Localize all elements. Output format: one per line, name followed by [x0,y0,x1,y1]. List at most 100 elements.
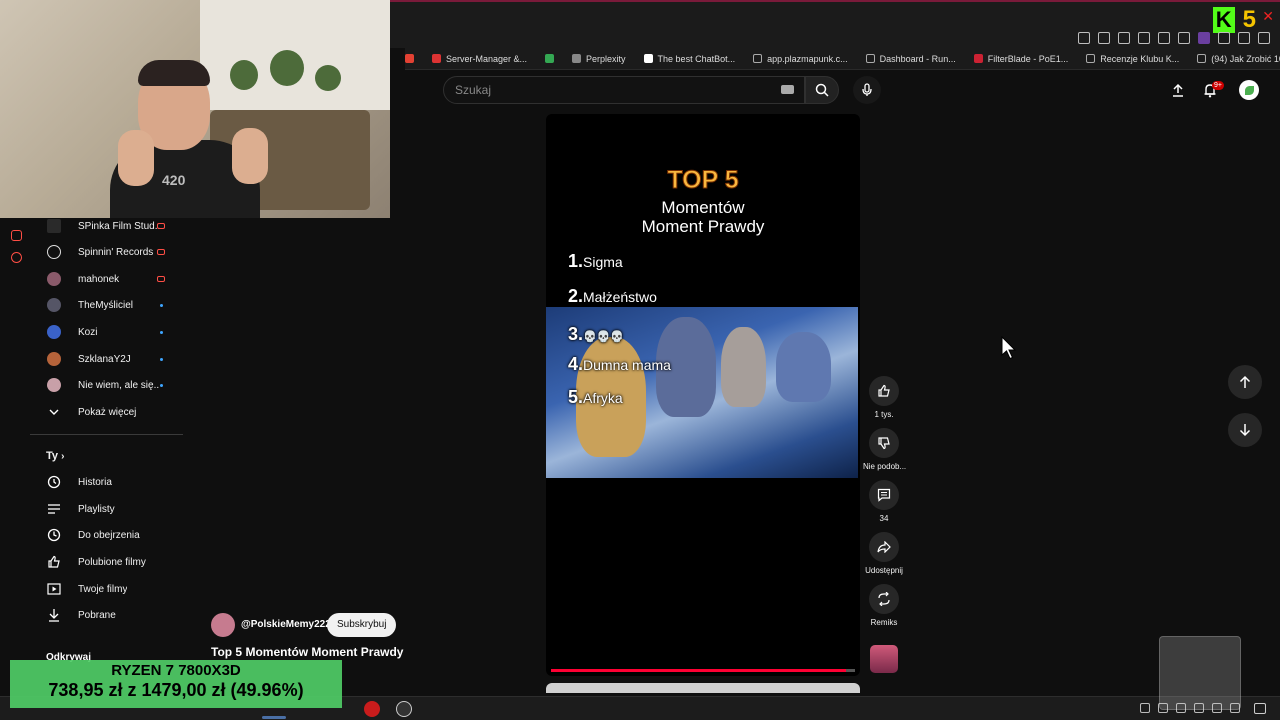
short-list-item: 5.Afryka [568,387,623,407]
upload-button[interactable] [1166,78,1190,102]
ai-icon[interactable] [1238,32,1250,44]
thumbs-up-icon [47,555,61,569]
new-content-dot [160,330,163,334]
new-content-dot [160,357,163,361]
channel-handle[interactable]: @PolskieMemy222 [241,619,331,630]
webcam-shirt-logo: 420 [162,172,186,188]
remix-button[interactable] [869,584,899,614]
search-icon [815,83,829,97]
remix-action[interactable]: Remiks [863,584,905,627]
short-list-item: 1.Sigma [568,251,623,271]
subscribe-button[interactable]: Subskrybuj [327,613,397,637]
comments-button[interactable] [869,480,899,510]
taskbar-app-icon[interactable] [396,701,412,717]
share-action[interactable]: Udostępnij [863,532,905,575]
bookmark[interactable]: The best ChatBot... [643,54,735,64]
webcam-thumb [118,130,154,186]
short-list-item: 4.Dumna mama [568,354,671,374]
keyboard-icon[interactable] [781,85,794,94]
video-person [721,327,766,407]
channel-avatar [47,378,61,392]
sidebar-subscription[interactable]: SzklanaY2J [30,346,183,372]
bookmark[interactable]: Perplexity [572,54,626,64]
channel-avatar[interactable] [211,613,235,637]
like-button[interactable] [869,376,899,406]
like-action[interactable]: 1 tys. [863,376,905,419]
show-more-button[interactable]: Pokaż więcej [30,399,183,425]
new-content-dot [160,383,163,387]
close-icon[interactable]: ✕ [1262,8,1274,25]
sidebar-item-your-videos[interactable]: Twoje filmy [30,576,183,602]
bookmark[interactable]: Dashboard - Run... [865,54,956,64]
extensions-icon[interactable] [1178,32,1190,44]
remix-icon [878,592,890,606]
leaf-icon [1244,85,1254,95]
webcam-plant [230,60,258,90]
search-button[interactable] [805,76,839,104]
sidebar-subscription[interactable]: TheMyśliciel [30,292,183,318]
extension-icon[interactable] [1098,32,1110,44]
thumbs-up-icon [878,384,890,397]
bookmark[interactable]: (94) Jak Zrobić 10... [1197,54,1280,64]
heart-icon[interactable] [1158,32,1170,44]
webcam-overlay: 420 [0,0,390,218]
bookmark[interactable]: FilterBlade - PoE1... [973,54,1068,64]
next-short-preview[interactable] [546,683,860,693]
bookmark-maps-icon[interactable] [545,54,555,63]
share-icon [877,541,891,553]
video-progress-bar[interactable] [551,669,855,672]
sidebar-divider [30,434,183,435]
taskbar-app-icon[interactable] [364,701,380,717]
extension-icon[interactable] [1078,32,1090,44]
shorts-player[interactable]: TOP 5 Momentów Moment Prawdy 1.Sigma 2.M… [546,114,860,676]
sidebar-subscription[interactable]: Nie wiem, ale się... [30,372,183,398]
live-mini-icon[interactable] [11,252,22,263]
previous-short-button[interactable] [1228,365,1262,399]
sidebar-subscription[interactable]: mahonek [30,266,183,292]
bookmark[interactable]: Server-Manager &... [432,54,527,64]
sidebar-subscription[interactable]: SPinka Film Stud... [30,213,183,239]
video-person [776,332,831,402]
sidebar-subscription[interactable]: Kozi [30,319,183,345]
profile-icon[interactable] [1198,32,1210,44]
play-icon[interactable] [1138,32,1150,44]
thumbs-down-icon [878,437,890,450]
channel-avatar [47,352,61,366]
sidebar-item-playlists[interactable]: Playlisty [30,496,183,522]
live-icon [157,249,165,255]
dislike-button[interactable] [869,428,899,458]
download-icon[interactable] [1218,32,1230,44]
channel-avatar [47,219,61,233]
live-mini-icon[interactable] [11,230,22,241]
bookmark-gmail-icon[interactable] [405,54,414,63]
voice-search-button[interactable] [853,76,881,104]
sidebar-subscription[interactable]: Spinnin' Records [30,239,183,265]
like-count: 1 tys. [874,410,894,419]
audio-source-thumbnail[interactable] [870,645,898,673]
search-input[interactable]: Szukaj [443,76,805,104]
upload-icon [1173,83,1183,97]
tray-icon[interactable] [1140,703,1150,713]
sidebar-item-history[interactable]: Historia [30,469,183,495]
dislike-action[interactable]: Nie podob... [863,428,906,471]
comment-count: 34 [879,514,889,523]
video-icon [47,582,61,596]
video-title: Top 5 Momentów Moment Prawdy [211,645,404,659]
menu-icon[interactable] [1258,32,1270,44]
comments-action[interactable]: 34 [863,480,905,523]
price-product: RYZEN 7 7800X3D [111,662,241,679]
notifications-icon[interactable] [1254,703,1266,714]
channel-avatar [47,245,61,259]
sidebar-item-liked[interactable]: Polubione filmy [30,549,183,575]
mouse-cursor-icon [1001,336,1017,360]
webcam-plant [270,50,304,86]
extension-icon[interactable] [1118,32,1130,44]
sidebar-item-watch-later[interactable]: Do obejrzenia [30,522,183,548]
bookmark[interactable]: Recenzje Klubu K... [1086,54,1179,64]
next-short-button[interactable] [1228,413,1262,447]
bookmark[interactable]: app.plazmapunk.c... [753,54,848,64]
sidebar-you-heading[interactable]: Ty › [46,450,64,462]
sidebar-item-downloads[interactable]: Pobrane [30,602,183,628]
account-avatar[interactable] [1239,80,1259,100]
share-button[interactable] [869,532,899,562]
